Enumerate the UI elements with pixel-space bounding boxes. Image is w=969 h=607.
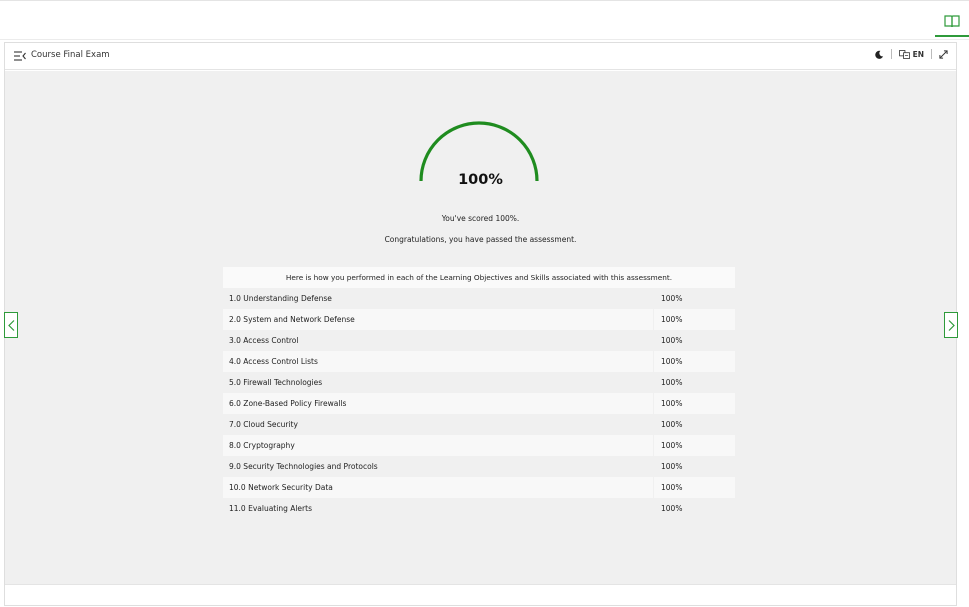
language-label: EN: [912, 49, 924, 59]
table-row: 2.0 System and Network Defense 100%: [223, 309, 735, 330]
chevron-left-icon: [7, 319, 14, 331]
divider: [931, 49, 932, 59]
book-icon: [944, 15, 960, 28]
top-bar: [0, 0, 969, 40]
previous-button[interactable]: [4, 312, 18, 338]
objective-score: 100%: [653, 393, 735, 414]
table-row: 9.0 Security Technologies and Protocols 1…: [223, 456, 735, 477]
moon-icon[interactable]: [874, 50, 884, 59]
objectives-table-header: Here is how you performed in each of the…: [223, 267, 735, 288]
objectives-rows: 1.0 Understanding Defense 100% 2.0 System …: [223, 288, 735, 519]
book-button[interactable]: [935, 7, 969, 37]
course-title: Course Final Exam: [31, 50, 110, 60]
table-row: 5.0 Firewall Technologies 100%: [223, 372, 735, 393]
table-row: 8.0 Cryptography 100%: [223, 435, 735, 456]
table-row: 1.0 Understanding Defense 100%: [223, 288, 735, 309]
expand-icon[interactable]: [939, 49, 948, 59]
table-row: 6.0 Zone-Based Policy Firewalls 100%: [223, 393, 735, 414]
objective-name: 3.0 Access Control: [229, 336, 299, 345]
table-row: 11.0 Evaluating Alerts 100%: [223, 498, 735, 519]
objective-name: 8.0 Cryptography: [229, 441, 295, 450]
pass-message: Congratulations, you have passed the ass…: [384, 235, 577, 244]
objectives-table: Here is how you performed in each of the…: [223, 267, 735, 519]
objective-score: 100%: [653, 372, 735, 393]
objective-score: 100%: [653, 498, 735, 519]
objective-score: 100%: [653, 309, 735, 330]
scored-message: You've scored 100%.: [441, 214, 520, 223]
objective-score: 100%: [653, 435, 735, 456]
table-row: 7.0 Cloud Security 100%: [223, 414, 735, 435]
objective-name: 5.0 Firewall Technologies: [229, 378, 323, 387]
score-value: 100%: [458, 172, 503, 188]
objective-score: 100%: [653, 456, 735, 477]
objective-name: 4.0 Access Control Lists: [229, 357, 318, 366]
objective-name: 7.0 Cloud Security: [229, 420, 298, 429]
objective-score: 100%: [653, 477, 735, 498]
objective-score: 100%: [653, 288, 735, 309]
objective-name: 9.0 Security Technologies and Protocols: [229, 462, 378, 471]
results-content: 100% You've scored 100%. Congratulations…: [5, 71, 956, 584]
objective-name: 2.0 System and Network Defense: [229, 315, 355, 324]
objective-score: 100%: [653, 414, 735, 435]
objective-name: 6.0 Zone-Based Policy Firewalls: [229, 399, 347, 408]
translate-icon: [898, 49, 910, 59]
table-row: 4.0 Access Control Lists 100%: [223, 351, 735, 372]
language-selector[interactable]: EN: [898, 49, 924, 59]
objective-name: 1.0 Understanding Defense: [229, 294, 332, 303]
exam-frame: Course Final Exam EN 100% You've scored …: [4, 42, 957, 606]
table-row: 10.0 Network Security Data 100%: [223, 477, 735, 498]
objective-score: 100%: [653, 330, 735, 351]
table-row: 3.0 Access Control 100%: [223, 330, 735, 351]
chevron-right-icon: [948, 319, 955, 331]
objective-name: 10.0 Network Security Data: [229, 483, 333, 492]
exam-footer: [5, 584, 956, 605]
objective-name: 11.0 Evaluating Alerts: [229, 504, 312, 513]
header-controls: EN: [874, 49, 948, 59]
exam-header: Course Final Exam EN: [5, 43, 956, 70]
objective-score: 100%: [653, 351, 735, 372]
next-button[interactable]: [944, 312, 958, 338]
menu-collapse-icon[interactable]: [14, 51, 26, 61]
divider: [890, 49, 892, 59]
